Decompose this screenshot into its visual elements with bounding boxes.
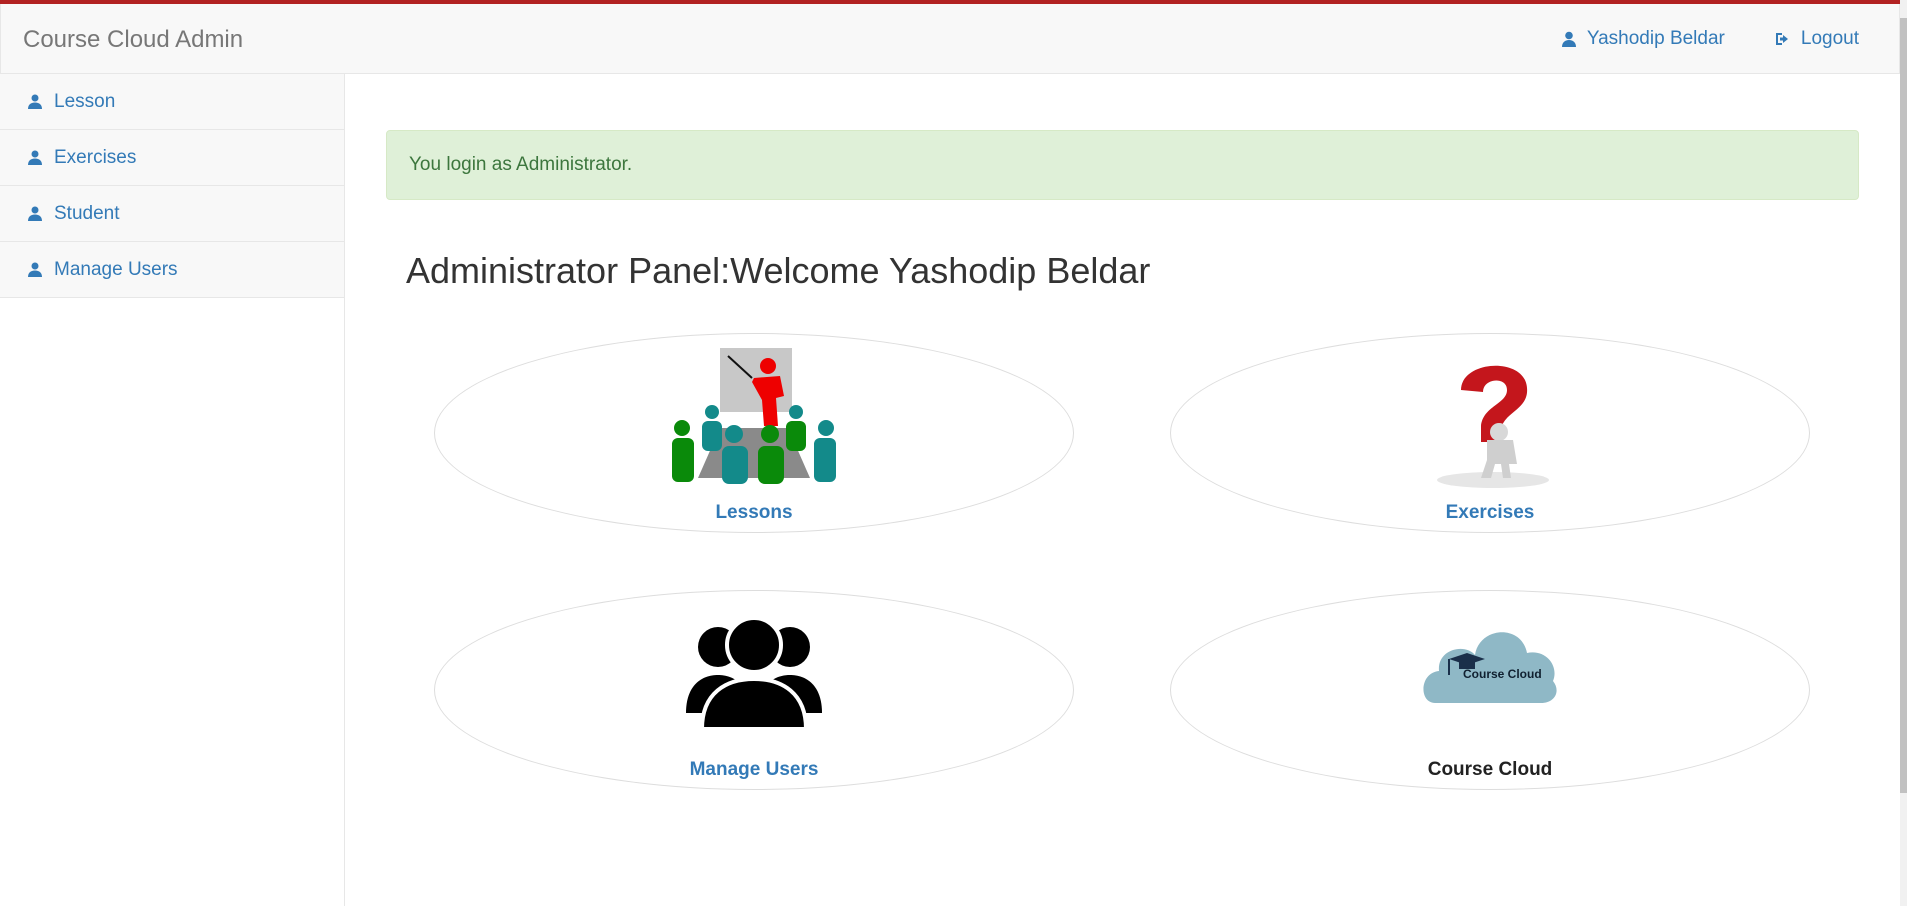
navbar-right: Yashodip Beldar Logout — [1561, 28, 1859, 50]
sidebar: Lesson Exercises Student Manage Users — [0, 74, 345, 906]
sidebar-item-label: Manage Users — [54, 258, 178, 280]
top-navbar: Course Cloud Admin Yashodip Beldar Logou… — [0, 4, 1900, 74]
classroom-icon — [672, 348, 836, 484]
user-icon — [1561, 31, 1576, 47]
tile-label: Course Cloud — [1427, 759, 1553, 780]
user-name: Yashodip Beldar — [1586, 28, 1725, 49]
tile-manage-users[interactable]: Manage Users — [434, 590, 1074, 790]
sidebar-item-label: Student — [54, 202, 120, 224]
users-icon — [686, 616, 822, 731]
tile-lessons[interactable]: Lessons — [434, 333, 1074, 533]
tile-label: Lessons — [715, 502, 793, 523]
user-icon — [28, 94, 42, 109]
alert-message: You login as Administrator. — [409, 154, 633, 175]
logout-link[interactable]: Logout — [1775, 28, 1859, 50]
sidebar-item-label: Lesson — [54, 90, 116, 112]
user-profile-link[interactable]: Yashodip Beldar — [1561, 28, 1725, 50]
tile-label: Exercises — [1445, 502, 1535, 523]
user-icon — [28, 262, 42, 277]
cloud-logo-icon — [1423, 632, 1557, 703]
page-title: Administrator Panel:Welcome Yashodip Bel… — [406, 250, 1151, 291]
tile-course-cloud[interactable]: Course Cloud Course Cloud — [1170, 590, 1810, 790]
sidebar-item-student[interactable]: Student — [0, 186, 344, 242]
sidebar-item-label: Exercises — [54, 146, 137, 168]
user-icon — [28, 206, 42, 221]
sidebar-item-exercises[interactable]: Exercises — [0, 130, 344, 186]
sidebar-menu: Lesson Exercises Student Manage Users — [0, 74, 344, 298]
sidebar-item-lesson[interactable]: Lesson — [0, 74, 344, 130]
logout-label: Logout — [1800, 28, 1859, 49]
login-alert: You login as Administrator. — [386, 130, 1859, 200]
course-cloud-logo: Course Cloud — [1421, 619, 1559, 707]
question-mark-icon — [1423, 352, 1557, 490]
logo-text: Course Cloud — [1463, 667, 1542, 681]
page-scrollbar[interactable] — [1900, 0, 1907, 906]
sidebar-item-manage-users[interactable]: Manage Users — [0, 242, 344, 298]
user-icon — [28, 150, 42, 165]
scrollbar-thumb[interactable] — [1900, 18, 1907, 793]
logout-icon — [1775, 33, 1788, 45]
tile-exercises[interactable]: Exercises — [1170, 333, 1810, 533]
tile-label: Manage Users — [689, 759, 819, 780]
brand-title[interactable]: Course Cloud Admin — [23, 26, 243, 54]
